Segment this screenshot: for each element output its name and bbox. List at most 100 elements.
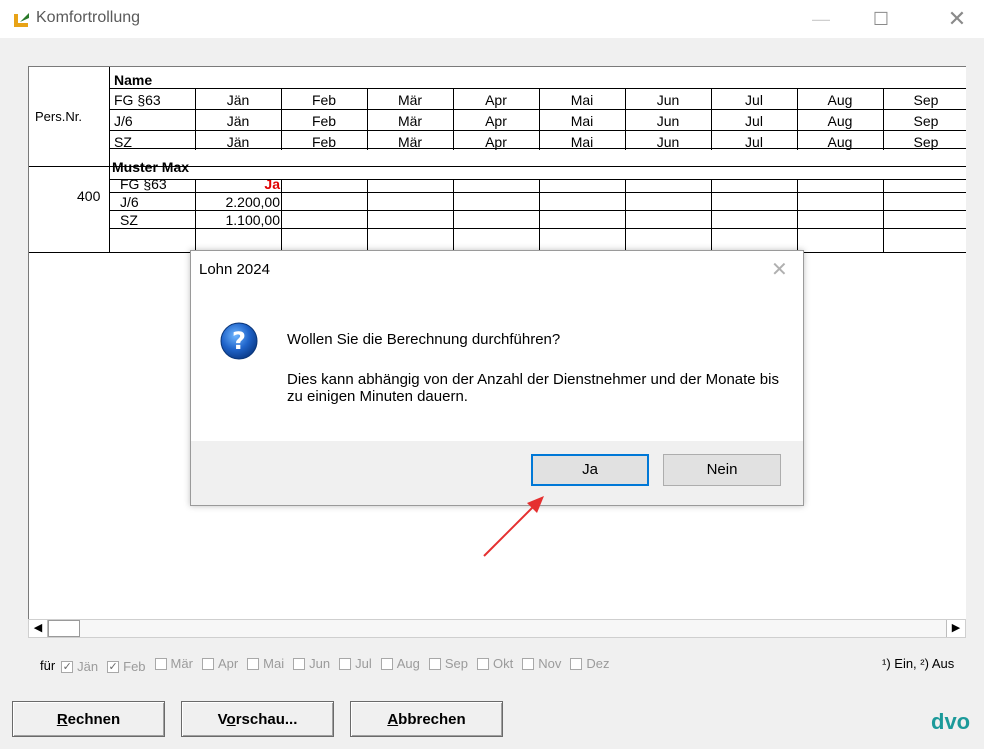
checkbox-label: Dez xyxy=(586,656,610,671)
month-header-j6-3: Apr xyxy=(485,113,507,129)
month-header-j6-0: Jän xyxy=(226,113,250,129)
month-header-j6-6: Jul xyxy=(745,113,763,129)
ja-button[interactable]: Ja xyxy=(531,454,649,486)
question-icon: ? xyxy=(220,322,258,360)
month-checkbox-7[interactable]: Aug xyxy=(380,656,420,671)
dialog-question: Wollen Sie die Berechnung durchführen? xyxy=(287,331,561,348)
name-header: Name xyxy=(114,72,153,88)
month-checkbox-1[interactable]: ✓ Feb xyxy=(107,659,146,674)
month-header-fg63-1: Feb xyxy=(311,92,337,108)
grid-line xyxy=(29,166,966,167)
checkbox-box[interactable] xyxy=(380,657,393,670)
checkbox-box[interactable]: ✓ xyxy=(61,660,74,673)
month-checkbox-11[interactable]: Dez xyxy=(570,656,609,671)
maximize-button[interactable]: ☐ xyxy=(862,4,900,34)
pers-nr-header: Pers.Nr. xyxy=(35,109,82,124)
dialog-detail: Dies kann abhängig von der Anzahl der Di… xyxy=(287,371,779,405)
month-header-j6-8: Sep xyxy=(913,113,939,129)
scroll-thumb[interactable] xyxy=(48,620,80,637)
month-checkbox-0[interactable]: ✓ Jän xyxy=(61,659,98,674)
checkbox-box[interactable] xyxy=(428,657,441,670)
nein-button[interactable]: Nein xyxy=(663,454,781,486)
checkbox-label: Jän xyxy=(77,659,99,674)
cell-sz-jan[interactable]: 1.100,00 xyxy=(196,212,281,228)
grid-line xyxy=(109,179,966,180)
checkbox-label: Sep xyxy=(444,656,468,671)
employee-name: Muster Max xyxy=(112,159,190,175)
checkbox-box[interactable]: ✓ xyxy=(107,660,120,673)
month-header-j6-5: Jun xyxy=(656,113,680,129)
checkbox-box[interactable] xyxy=(293,657,306,670)
checkbox-label: Apr xyxy=(217,656,239,671)
grid-line xyxy=(539,88,540,150)
month-checkbox-8[interactable]: Sep xyxy=(428,656,468,671)
cell-j6-jan[interactable]: 2.200,00 xyxy=(196,194,281,210)
grid-line xyxy=(625,88,626,150)
grid-line xyxy=(109,109,966,110)
checkbox-box[interactable] xyxy=(247,657,260,670)
checkbox-box[interactable] xyxy=(570,657,583,670)
grid-line xyxy=(453,179,454,253)
month-checkbox-2[interactable]: Mär xyxy=(154,656,193,671)
minimize-button[interactable]: — xyxy=(802,4,840,34)
month-checkbox-3[interactable]: Apr xyxy=(201,656,239,671)
grid-line xyxy=(109,67,110,253)
checkbox-box[interactable] xyxy=(201,657,214,670)
filter-label: für xyxy=(40,657,56,673)
month-checkbox-6[interactable]: Jul xyxy=(339,656,372,671)
checkbox-box[interactable] xyxy=(154,657,167,670)
grid-line xyxy=(109,228,966,229)
dialog-close-icon[interactable]: ✕ xyxy=(771,257,788,282)
grid-line xyxy=(281,88,282,150)
horizontal-scrollbar[interactable]: ◀ ▶ xyxy=(28,619,966,638)
checkbox-box[interactable] xyxy=(477,657,489,670)
grid-line xyxy=(367,88,368,150)
grid-line xyxy=(367,179,368,253)
checkbox-label: Mär xyxy=(170,656,193,671)
svg-text:?: ? xyxy=(232,327,246,355)
abbrechen-button[interactable]: Abbrechen xyxy=(350,701,503,737)
checkbox-label: Feb xyxy=(123,659,146,674)
month-header-fg63-6: Jul xyxy=(745,92,763,108)
title-bar: Komfortrollung — ☐ ✕ xyxy=(0,0,984,38)
scroll-right-icon[interactable]: ▶ xyxy=(946,620,965,637)
vorschau-button[interactable]: Vorschau... xyxy=(181,701,334,737)
grid-line xyxy=(883,179,884,253)
month-header-j6-4: Mai xyxy=(570,113,594,129)
grid-line xyxy=(109,148,966,149)
checkbox-label: Mai xyxy=(263,656,285,671)
checkbox-box[interactable] xyxy=(522,657,535,670)
dialog-title: Lohn 2024 xyxy=(199,261,270,278)
grid-line xyxy=(109,210,966,211)
grid-line xyxy=(711,88,712,150)
month-checkbox-5[interactable]: Jun xyxy=(293,656,330,671)
close-window-button[interactable]: ✕ xyxy=(938,4,976,34)
month-checkbox-list: ✓ Jän ✓ Feb Mär Apr Mai Jun Jul Aug Sep Okt Nov Dez xyxy=(61,656,618,674)
header-row-label-fg63: FG §63 xyxy=(114,92,161,108)
month-filter-row: für ✓ Jän ✓ Feb Mär Apr Mai Jun Jul Aug Sep Okt Nov D… xyxy=(40,656,618,674)
grid-line xyxy=(195,88,196,150)
rechnen-button[interactable]: Rechnen xyxy=(12,701,165,737)
checkbox-label: Aug xyxy=(396,656,420,671)
month-header-j6-2: Mär xyxy=(397,113,423,129)
month-checkbox-4[interactable]: Mai xyxy=(247,656,284,671)
grid-line xyxy=(797,88,798,150)
month-header-fg63-7: Aug xyxy=(827,92,853,108)
month-checkbox-10[interactable]: Nov xyxy=(522,656,561,671)
month-header-j6-1: Feb xyxy=(311,113,337,129)
checkbox-box[interactable] xyxy=(339,657,352,670)
employee-row-label-j6: J/6 xyxy=(120,194,139,210)
grid-line xyxy=(195,179,196,253)
employee-pers-nr: 400 xyxy=(77,188,101,204)
filter-legend: ¹) Ein, ²) Aus xyxy=(882,656,955,671)
grid-line xyxy=(625,179,626,253)
month-header-j6-7: Aug xyxy=(827,113,853,129)
month-header-fg63-3: Apr xyxy=(485,92,507,108)
dvo-logo: dvo xyxy=(931,709,971,734)
grid-line xyxy=(797,179,798,253)
checkbox-label: Jul xyxy=(355,656,372,671)
month-header-fg63-5: Jun xyxy=(656,92,680,108)
month-checkbox-9[interactable]: Okt xyxy=(477,656,513,671)
checkbox-label: Okt xyxy=(493,656,514,671)
scroll-left-icon[interactable]: ◀ xyxy=(29,620,48,637)
